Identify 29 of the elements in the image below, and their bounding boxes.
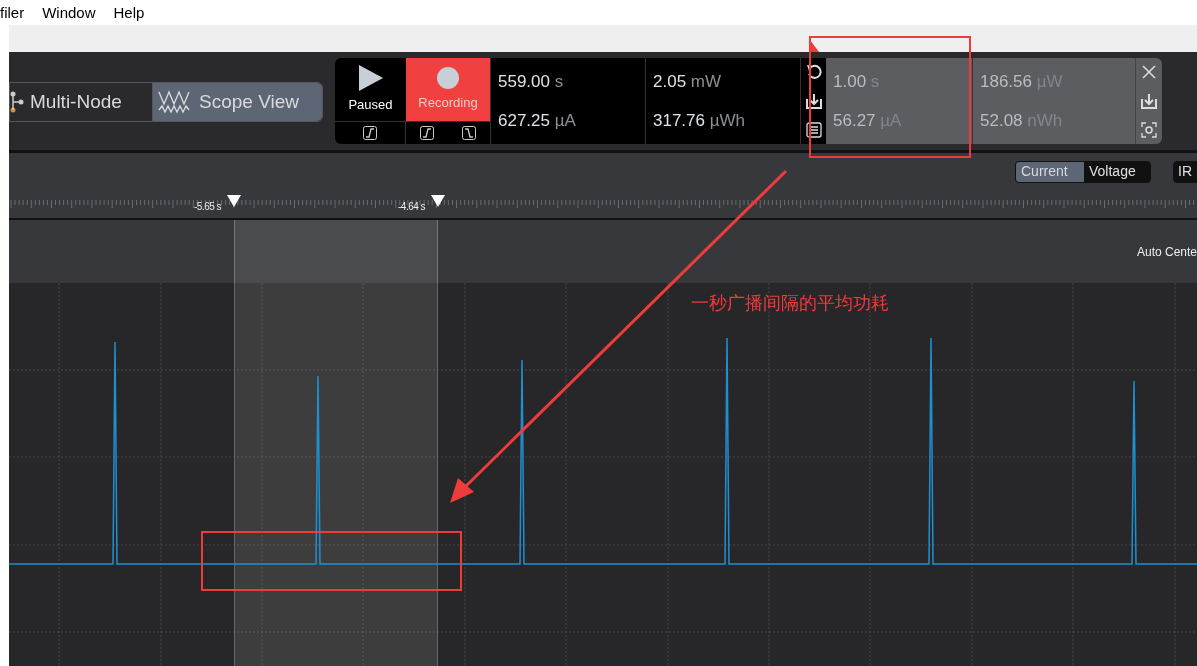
falling-edge-icon[interactable] [462, 126, 476, 140]
menu-item[interactable]: Help [113, 5, 145, 20]
stat-value: 627.25 µA [498, 109, 577, 132]
rising-edge-icon[interactable] [420, 126, 434, 140]
marker-label: -4.64 s [398, 200, 426, 214]
stat-value: 317.76 µWh [653, 109, 747, 132]
marker-handle-icon[interactable] [227, 195, 241, 207]
view-tab[interactable]: Scope View [153, 83, 322, 121]
view-tab[interactable]: Multi-Node [10, 83, 153, 121]
node-graph-icon [10, 90, 24, 114]
play-icon [357, 64, 384, 93]
marker-label: -5.65 s [194, 200, 222, 214]
menu-item[interactable]: filer [0, 5, 25, 20]
stat-value: 559.00 s [498, 70, 565, 93]
record-icon [436, 66, 460, 91]
screenshot-icon[interactable] [1141, 121, 1157, 138]
marker-handle-icon[interactable] [431, 195, 445, 207]
annotation-text: 一秒广播间隔的平均功耗 [691, 291, 889, 315]
menu-item[interactable]: Window [42, 5, 96, 20]
auto-center-label: Auto Cente [1136, 243, 1197, 261]
arrowhead-icon [808, 40, 820, 54]
irc-button[interactable]: IR [1173, 160, 1197, 183]
mode-toggle[interactable]: Current [1016, 161, 1084, 182]
download-icon[interactable] [805, 93, 822, 109]
close-icon[interactable] [1141, 64, 1157, 81]
stat-value: 2.05 mW [653, 70, 723, 93]
rising-edge-icon[interactable] [363, 126, 377, 140]
list-icon[interactable] [805, 121, 822, 138]
reset-icon[interactable] [805, 64, 822, 81]
